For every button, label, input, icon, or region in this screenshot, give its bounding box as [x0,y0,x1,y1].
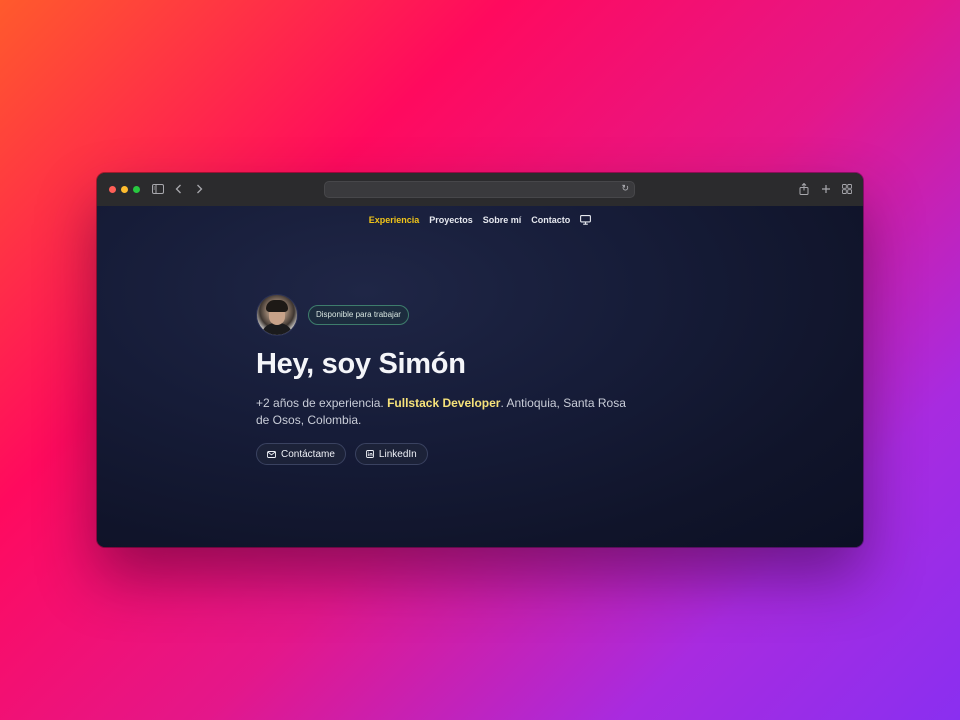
mail-icon [267,450,276,458]
nav-item-proyectos[interactable]: Proyectos [429,215,473,225]
avatar [256,294,298,336]
desc-highlight: Fullstack Developer [387,396,501,410]
hero-buttons: Contáctame LinkedIn [256,443,636,465]
close-window-button[interactable] [109,186,116,193]
hero-section: Disponible para trabajar Hey, soy Simón … [256,294,636,465]
contact-button-label: Contáctame [281,448,335,460]
browser-titlebar: ↻ [97,173,863,207]
linkedin-button-label: LinkedIn [378,448,417,460]
hero-top-row: Disponible para trabajar [256,294,636,336]
contact-button[interactable]: Contáctame [256,443,346,465]
sidebar-icon[interactable] [152,182,164,196]
reload-icon[interactable]: ↻ [621,183,629,194]
page-viewport: Experiencia Proyectos Sobre mí Contacto … [97,206,863,547]
address-bar[interactable]: ↻ [324,181,635,198]
hero-title: Hey, soy Simón [256,348,466,380]
share-icon[interactable] [799,182,809,196]
monitor-icon[interactable] [580,215,592,225]
browser-window: ↻ Experiencia Proyectos Sobre mí Contact… [97,173,863,547]
linkedin-icon [365,450,374,458]
hero-description: +2 años de experiencia. Fullstack Develo… [256,395,626,429]
nav-item-experiencia[interactable]: Experiencia [369,215,420,225]
top-nav: Experiencia Proyectos Sobre mí Contacto [97,215,863,225]
availability-badge: Disponible para trabajar [308,305,409,325]
nav-item-contacto[interactable]: Contacto [531,215,570,225]
forward-icon[interactable] [196,182,203,196]
tab-overview-icon[interactable] [842,182,852,196]
zoom-window-button[interactable] [133,186,140,193]
desc-prefix: +2 años de experiencia. [256,396,388,410]
minimize-window-button[interactable] [121,186,128,193]
back-icon[interactable] [175,182,182,196]
nav-item-sobre-mi[interactable]: Sobre mí [483,215,522,225]
new-tab-icon[interactable] [821,182,831,196]
linkedin-button[interactable]: LinkedIn [354,443,428,465]
